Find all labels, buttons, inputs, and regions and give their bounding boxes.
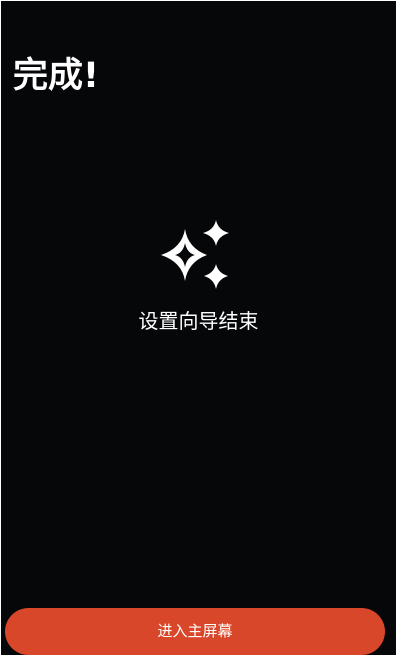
page-title: 完成! [13, 56, 99, 96]
completion-message: 设置向导结束 [138, 309, 259, 333]
enter-home-screen-button[interactable]: 进入主屏幕 [5, 608, 385, 655]
sparkles-icon [161, 220, 229, 289]
setup-complete-screen: 完成! 设置向导结束 进入主屏幕 [1, 1, 396, 655]
